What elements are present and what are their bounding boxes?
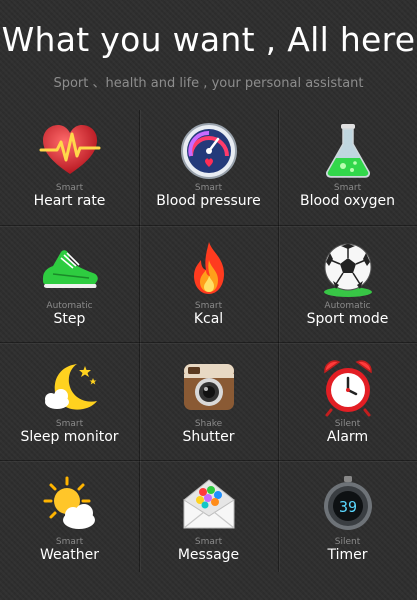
feature-blood-pressure: Smart Blood pressure xyxy=(139,110,278,228)
feature-grid: Smart Heart rate Smart Blood pressure Sm… xyxy=(0,110,417,580)
feature-sport-mode: Automatic Sport mode xyxy=(278,228,417,346)
feature-sub-label: Smart xyxy=(333,183,362,193)
feature-sub-label: Smart xyxy=(194,183,223,193)
feature-name: Message xyxy=(177,547,240,563)
feature-name: Blood oxygen xyxy=(299,193,396,209)
feature-sub-label: Smart xyxy=(55,419,84,429)
feature-name: Blood pressure xyxy=(156,193,261,209)
feature-shutter: Shake Shutter xyxy=(139,346,278,464)
feature-blood-oxygen: Smart Blood oxygen xyxy=(278,110,417,228)
soccer-ball-icon xyxy=(317,238,379,300)
feature-step: Automatic Step xyxy=(0,228,139,346)
stopwatch-icon: 39 xyxy=(317,474,379,536)
feature-sub-label: Automatic xyxy=(324,301,371,311)
feature-name: Weather xyxy=(40,547,99,563)
feature-name: Kcal xyxy=(193,311,224,327)
envelope-icon xyxy=(178,474,240,536)
feature-sub-label: Shake xyxy=(194,419,223,429)
blood-pressure-gauge-icon xyxy=(178,120,240,182)
feature-sleep-monitor: Smart Sleep monitor xyxy=(0,346,139,464)
feature-weather: Smart Weather xyxy=(0,464,139,582)
feature-sub-label: Smart xyxy=(55,183,84,193)
timer-display: 39 xyxy=(339,498,357,516)
camera-icon xyxy=(178,356,240,418)
moon-stars-icon xyxy=(39,356,101,418)
feature-name: Alarm xyxy=(326,429,369,445)
feature-timer: 39 Silent Timer xyxy=(278,464,417,582)
sneaker-icon xyxy=(39,238,101,300)
feature-sub-label: Smart xyxy=(194,537,223,547)
feature-sub-label: Silent xyxy=(334,537,361,547)
page-subtitle: Sport 、health and life , your personal a… xyxy=(53,76,364,91)
feature-name: Timer xyxy=(327,547,368,563)
feature-name: Sleep monitor xyxy=(20,429,119,445)
feature-message: Smart Message xyxy=(139,464,278,582)
alarm-clock-icon xyxy=(317,356,379,418)
feature-sub-label: Smart xyxy=(194,301,223,311)
heart-rate-icon xyxy=(39,120,101,182)
feature-name: Heart rate xyxy=(33,193,106,209)
feature-name: Sport mode xyxy=(306,311,389,327)
feature-alarm: Silent Alarm xyxy=(278,346,417,464)
feature-sub-label: Silent xyxy=(334,419,361,429)
feature-sub-label: Automatic xyxy=(46,301,93,311)
flask-icon xyxy=(317,120,379,182)
feature-heart-rate: Smart Heart rate xyxy=(0,110,139,228)
feature-name: Step xyxy=(53,311,86,327)
feature-sub-label: Smart xyxy=(55,537,84,547)
feature-name: Shutter xyxy=(182,429,235,445)
page-title: What you want , All here xyxy=(1,20,416,59)
flame-icon xyxy=(178,238,240,300)
sun-cloud-icon xyxy=(39,474,101,536)
feature-kcal: Smart Kcal xyxy=(139,228,278,346)
